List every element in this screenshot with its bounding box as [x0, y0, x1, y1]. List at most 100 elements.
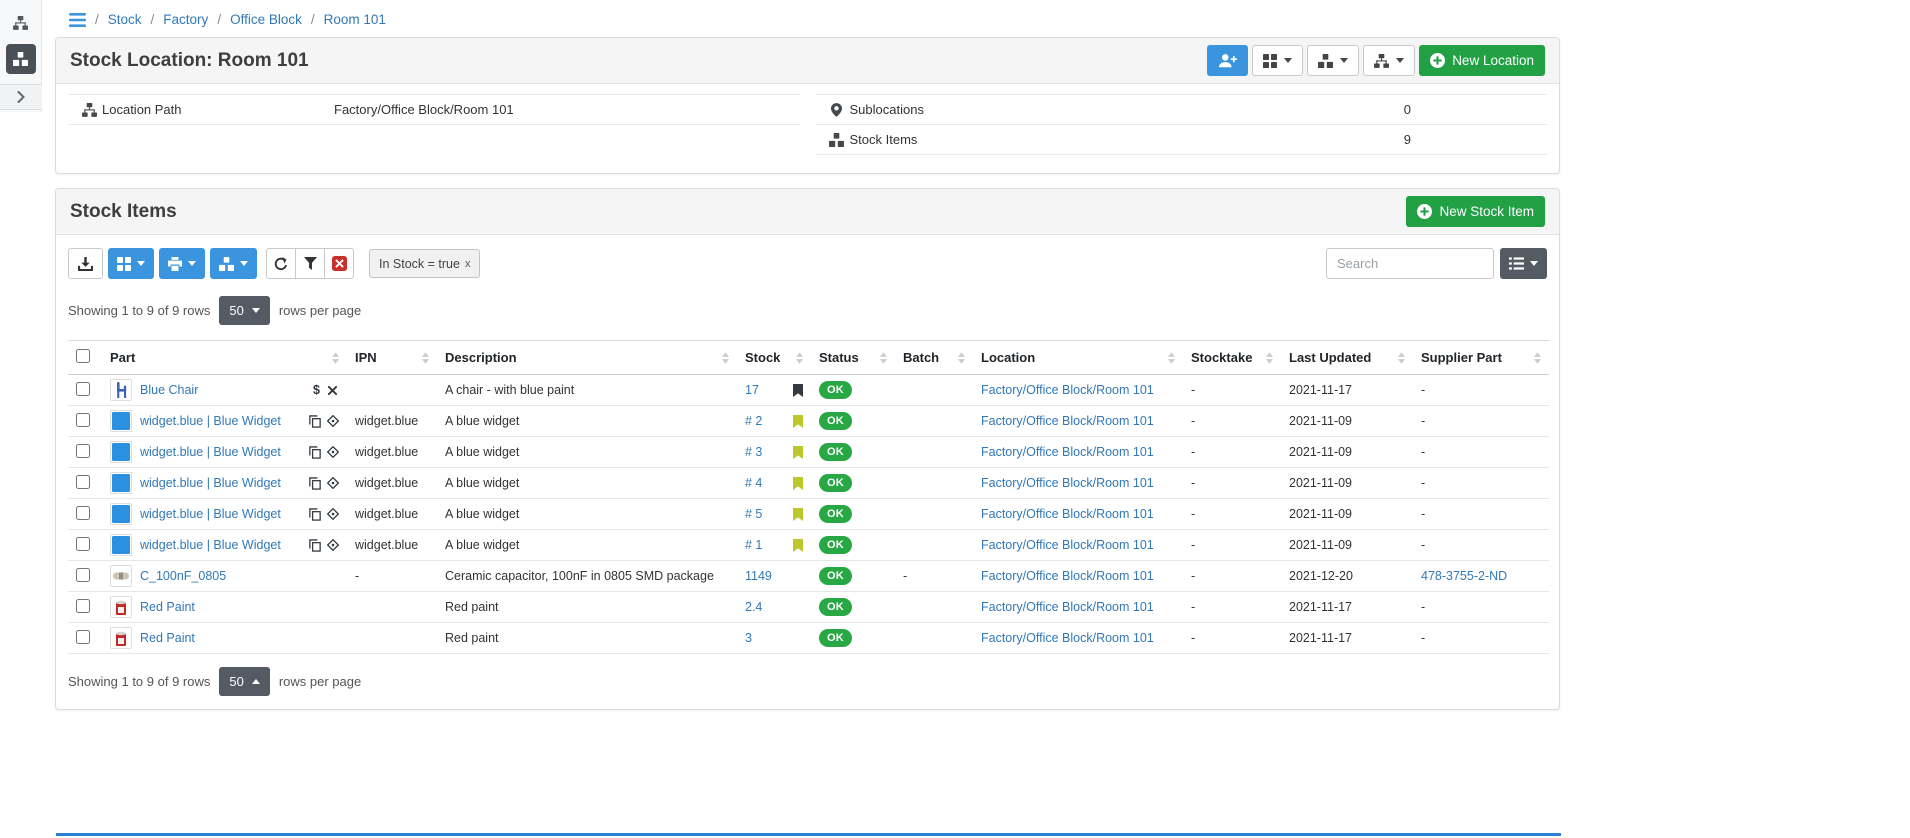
column-header-part[interactable]: Part — [102, 341, 347, 375]
sort-icon[interactable] — [1266, 352, 1273, 364]
assign-user-button[interactable] — [1207, 45, 1248, 76]
row-checkbox[interactable] — [76, 413, 90, 427]
page-size-dropdown[interactable]: 50 — [219, 667, 269, 696]
column-label: Stocktake — [1191, 350, 1252, 365]
copy-icon — [309, 415, 321, 428]
row-checkbox[interactable] — [76, 444, 90, 458]
sort-icon[interactable] — [1398, 352, 1405, 364]
stock-quantity-link[interactable]: 2.4 — [745, 600, 762, 614]
search-input[interactable] — [1326, 248, 1494, 279]
sitemap-icon — [13, 16, 28, 30]
part-link[interactable]: Red Paint — [140, 631, 195, 645]
location-link[interactable]: Factory/Office Block/Room 101 — [981, 383, 1154, 397]
stock-quantity-link[interactable]: # 1 — [745, 538, 762, 552]
column-header-location[interactable]: Location — [973, 341, 1183, 375]
stock-quantity-link[interactable]: 1149 — [745, 569, 772, 583]
tag-icon — [793, 446, 803, 459]
part-link[interactable]: widget.blue | Blue Widget — [140, 507, 281, 521]
location-link[interactable]: Factory/Office Block/Room 101 — [981, 569, 1154, 583]
tag-icon — [793, 415, 803, 428]
barcode-actions-dropdown[interactable] — [1252, 45, 1303, 76]
part-link[interactable]: Blue Chair — [140, 383, 198, 397]
refresh-icon — [274, 257, 288, 271]
part-link[interactable]: widget.blue | Blue Widget — [140, 538, 281, 552]
page-size-dropdown[interactable]: 50 — [219, 296, 269, 325]
part-link[interactable]: C_100nF_0805 — [140, 569, 226, 583]
row-checkbox[interactable] — [76, 475, 90, 489]
part-icons — [309, 415, 339, 428]
barcode-actions-button[interactable] — [108, 248, 154, 279]
sort-icon[interactable] — [880, 352, 887, 364]
stock-quantity-link[interactable]: 17 — [745, 383, 759, 397]
column-header-batch[interactable]: Batch — [895, 341, 973, 375]
stock-quantity-link[interactable]: # 5 — [745, 507, 762, 521]
rows-per-page-label: rows per page — [279, 303, 361, 318]
stock-quantity-link[interactable]: # 3 — [745, 445, 762, 459]
widget-thumbnail — [110, 503, 132, 525]
row-checkbox[interactable] — [76, 382, 90, 396]
location-path-value: Factory/Office Block/Room 101 — [334, 102, 514, 117]
location-link[interactable]: Factory/Office Block/Room 101 — [981, 507, 1154, 521]
column-header-supplier-part[interactable]: Supplier Part — [1413, 341, 1549, 375]
supplier-part-link[interactable]: 478-3755-2-ND — [1421, 569, 1507, 583]
location-link[interactable]: Factory/Office Block/Room 101 — [981, 445, 1154, 459]
remove-filters-button[interactable] — [324, 248, 354, 279]
stock-actions-dropdown[interactable] — [1307, 45, 1359, 76]
select-all-checkbox[interactable] — [76, 349, 90, 363]
row-checkbox[interactable] — [76, 630, 90, 644]
refresh-button[interactable] — [266, 248, 296, 279]
filter-chip-remove[interactable]: x — [465, 258, 471, 270]
part-link[interactable]: widget.blue | Blue Widget — [140, 445, 281, 459]
print-actions-button[interactable] — [159, 248, 205, 279]
row-checkbox[interactable] — [76, 537, 90, 551]
sort-icon[interactable] — [958, 352, 965, 364]
part-link[interactable]: Red Paint — [140, 600, 195, 614]
column-header-last-updated[interactable]: Last Updated — [1281, 341, 1413, 375]
row-checkbox[interactable] — [76, 568, 90, 582]
stock-quantity-link[interactable]: 3 — [745, 631, 752, 645]
sidebar-item-stock-locations[interactable] — [6, 44, 36, 74]
breadcrumb-link-room-101[interactable]: Room 101 — [324, 12, 386, 27]
sidebar-item-part-categories[interactable] — [6, 8, 36, 38]
part-cell: C_100nF_0805 — [102, 561, 347, 592]
location-link[interactable]: Factory/Office Block/Room 101 — [981, 631, 1154, 645]
menu-icon[interactable] — [69, 13, 86, 27]
columns-dropdown-button[interactable] — [1500, 248, 1547, 279]
column-header-status[interactable]: Status — [811, 341, 895, 375]
stock-cell-inner: # 5 — [745, 507, 803, 521]
new-stock-item-button[interactable]: New Stock Item — [1406, 196, 1545, 227]
column-header-stock[interactable]: Stock — [737, 341, 811, 375]
filter-chip[interactable]: In Stock = true x — [369, 249, 480, 278]
column-header-stocktake[interactable]: Stocktake — [1183, 341, 1281, 375]
stock-quantity-link[interactable]: # 2 — [745, 414, 762, 428]
row-checkbox[interactable] — [76, 599, 90, 613]
stock-options-button[interactable] — [210, 248, 257, 279]
filter-button[interactable] — [295, 248, 325, 279]
sort-icon[interactable] — [332, 352, 339, 364]
breadcrumb-link-factory[interactable]: Factory — [163, 12, 208, 27]
sort-icon[interactable] — [422, 352, 429, 364]
part-link[interactable]: widget.blue | Blue Widget — [140, 414, 281, 428]
breadcrumb-link-stock[interactable]: Stock — [108, 12, 142, 27]
location-link[interactable]: Factory/Office Block/Room 101 — [981, 414, 1154, 428]
sort-icon[interactable] — [722, 352, 729, 364]
column-header-description[interactable]: Description — [437, 341, 737, 375]
sort-icon[interactable] — [796, 352, 803, 364]
sort-icon[interactable] — [1534, 352, 1541, 364]
part-cell-inner: widget.blue | Blue Widget — [110, 534, 339, 556]
sidebar-expand-button[interactable] — [0, 84, 42, 110]
sort-icon[interactable] — [1168, 352, 1175, 364]
column-header-inner: Batch — [903, 350, 965, 365]
location-actions-dropdown[interactable] — [1363, 45, 1415, 76]
location-link[interactable]: Factory/Office Block/Room 101 — [981, 600, 1154, 614]
stock-cell-inner: 3 — [745, 631, 803, 645]
new-location-button[interactable]: New Location — [1419, 45, 1545, 76]
column-header-ipn[interactable]: IPN — [347, 341, 437, 375]
location-link[interactable]: Factory/Office Block/Room 101 — [981, 538, 1154, 552]
location-link[interactable]: Factory/Office Block/Room 101 — [981, 476, 1154, 490]
export-button[interactable] — [68, 248, 103, 279]
row-checkbox[interactable] — [76, 506, 90, 520]
stock-quantity-link[interactable]: # 4 — [745, 476, 762, 490]
part-link[interactable]: widget.blue | Blue Widget — [140, 476, 281, 490]
breadcrumb-link-office-block[interactable]: Office Block — [230, 12, 302, 27]
